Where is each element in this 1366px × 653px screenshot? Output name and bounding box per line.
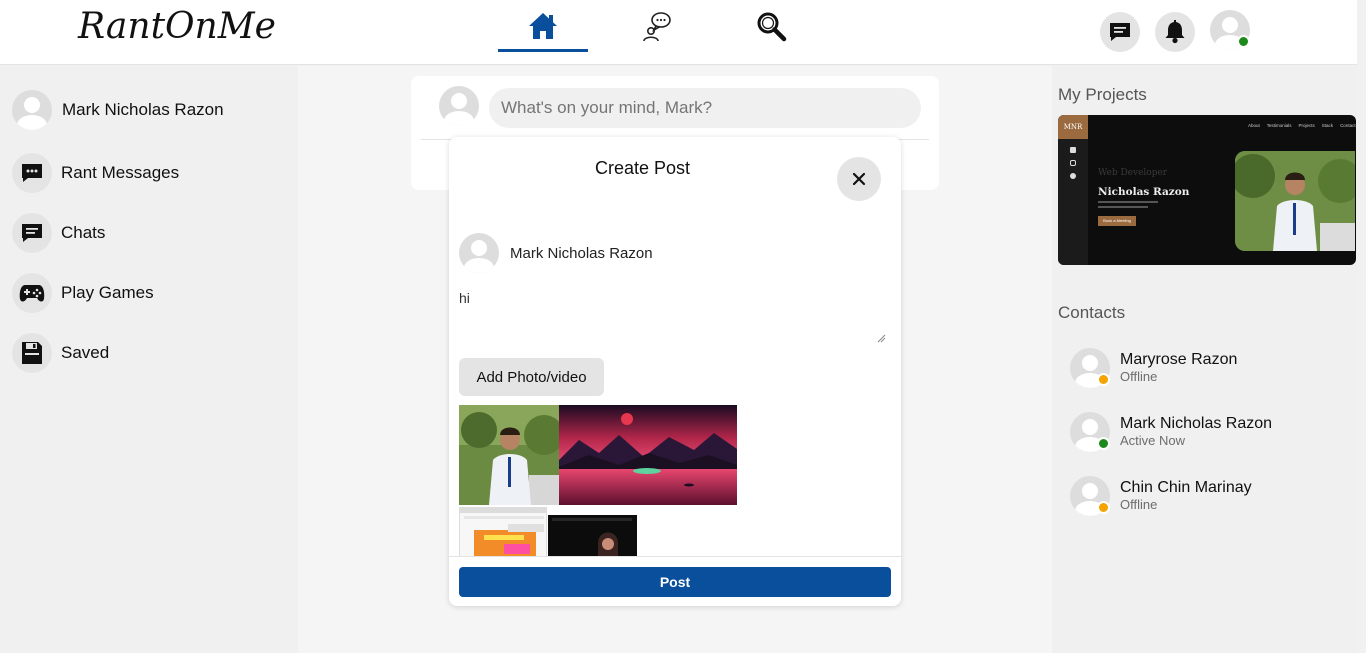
right-sidebar: My Projects MNR About Testimonials Proje… — [1052, 66, 1357, 653]
close-icon — [852, 172, 866, 186]
sidebar-item-label: Saved — [61, 343, 110, 362]
contact-name: Maryrose Razon — [1120, 351, 1238, 368]
sidebar-item-label: Rant Messages — [61, 163, 180, 182]
avatar — [459, 233, 499, 273]
home-icon — [529, 13, 557, 39]
portrait-photo — [459, 405, 559, 505]
close-button[interactable] — [837, 157, 881, 201]
app-logo[interactable]: RantOnMe — [78, 6, 276, 47]
add-photo-video-button[interactable]: Add Photo/video — [459, 358, 604, 396]
notifications-button[interactable] — [1155, 12, 1195, 52]
attachment-thumbnail[interactable] — [459, 405, 559, 505]
project-logo: MNR — [1058, 115, 1088, 139]
top-navbar: RantOnMe — [0, 0, 1357, 65]
messages-icon — [1110, 23, 1130, 41]
project-subtext — [1098, 201, 1158, 203]
avatar — [439, 86, 479, 126]
messages-button[interactable] — [1100, 12, 1140, 52]
instagram-icon — [1070, 160, 1076, 166]
attachment-thumbnail[interactable] — [548, 515, 637, 557]
resize-handle-icon[interactable] — [877, 334, 886, 343]
project-subtext — [1098, 206, 1148, 208]
landscape-sunset-image — [559, 405, 737, 505]
bell-icon — [1165, 20, 1185, 44]
chats-icon — [12, 213, 52, 253]
projects-heading: My Projects — [1058, 85, 1147, 104]
divider — [449, 556, 901, 557]
avatar — [12, 90, 52, 130]
project-nav: About Testimonials Projects Stack Contac… — [1248, 123, 1356, 128]
attachment-thumbnail[interactable] — [459, 507, 547, 557]
project-photo — [1235, 151, 1355, 251]
contact-avatar — [1070, 348, 1110, 388]
online-status-dot — [1097, 437, 1110, 450]
contact-item[interactable]: Chin Chin Marinay Offline — [1070, 476, 1252, 516]
project-tagline: Web Developer — [1098, 168, 1168, 178]
contact-item[interactable]: Maryrose Razon Offline — [1070, 348, 1237, 388]
saved-icon — [12, 333, 52, 373]
project-sidebar: MNR — [1058, 115, 1088, 265]
project-nav-item: Stack — [1321, 123, 1334, 128]
sidebar-item-profile[interactable]: Mark Nicholas Razon — [12, 89, 224, 131]
offline-status-dot — [1097, 373, 1110, 386]
attachment-thumbnail[interactable] — [559, 405, 737, 505]
contact-status: Offline — [1120, 369, 1158, 384]
author-name: Mark Nicholas Razon — [510, 244, 653, 262]
nav-rants-tab[interactable] — [612, 0, 702, 52]
sidebar-item-saved[interactable]: Saved — [12, 332, 109, 374]
screenshot-video-editing — [460, 508, 546, 556]
project-cta-button: Book a Meeting — [1098, 216, 1136, 226]
gamepad-icon — [12, 273, 52, 313]
offline-status-dot — [1097, 501, 1110, 514]
project-nav-item: About — [1248, 123, 1260, 128]
project-card[interactable]: MNR About Testimonials Projects Stack Co… — [1058, 115, 1356, 265]
left-sidebar: Mark Nicholas Razon Rant Messages Chats — [0, 66, 298, 653]
project-name: Nicholas Razon — [1098, 186, 1190, 198]
project-nav-item: Testimonials — [1266, 123, 1292, 128]
github-icon — [1070, 173, 1076, 179]
contact-name: Mark Nicholas Razon — [1120, 415, 1273, 432]
contact-item[interactable]: Mark Nicholas Razon Active Now — [1070, 412, 1272, 452]
contact-name: Chin Chin Marinay — [1120, 479, 1252, 496]
project-nav-item: Projects — [1298, 123, 1315, 128]
sidebar-item-rant-messages[interactable]: Rant Messages — [12, 152, 179, 194]
composer-input[interactable] — [489, 88, 921, 128]
contact-avatar — [1070, 412, 1110, 452]
modal-title: Create Post — [594, 158, 691, 178]
sidebar-item-play-games[interactable]: Play Games — [12, 272, 154, 314]
screenshot-dark-video — [548, 515, 637, 557]
project-nav-item: Contact — [1340, 123, 1356, 128]
post-button[interactable]: Post — [459, 567, 891, 597]
contact-status: Active Now — [1120, 433, 1186, 448]
nav-home-tab[interactable] — [498, 0, 588, 52]
facebook-icon — [1070, 147, 1076, 153]
sidebar-item-label: Play Games — [61, 283, 154, 302]
profile-avatar[interactable] — [1210, 10, 1250, 50]
rant-bubble-icon — [643, 12, 671, 42]
modal-author: Mark Nicholas Razon — [459, 233, 653, 273]
post-text-input[interactable]: hi — [459, 290, 887, 344]
create-post-modal: Create Post Mark Nicholas Razon hi Add P… — [449, 137, 901, 606]
contact-avatar — [1070, 476, 1110, 516]
rant-messages-icon — [12, 153, 52, 193]
online-status-dot — [1237, 35, 1250, 48]
sidebar-item-label: Chats — [61, 223, 106, 242]
sidebar-item-chats[interactable]: Chats — [12, 212, 105, 254]
contacts-heading: Contacts — [1058, 303, 1126, 322]
search-icon — [757, 12, 787, 42]
nav-search-tab[interactable] — [726, 0, 816, 52]
page-scrollbar[interactable] — [1357, 0, 1366, 653]
sidebar-item-label: Mark Nicholas Razon — [62, 100, 224, 119]
contact-status: Offline — [1120, 497, 1158, 512]
